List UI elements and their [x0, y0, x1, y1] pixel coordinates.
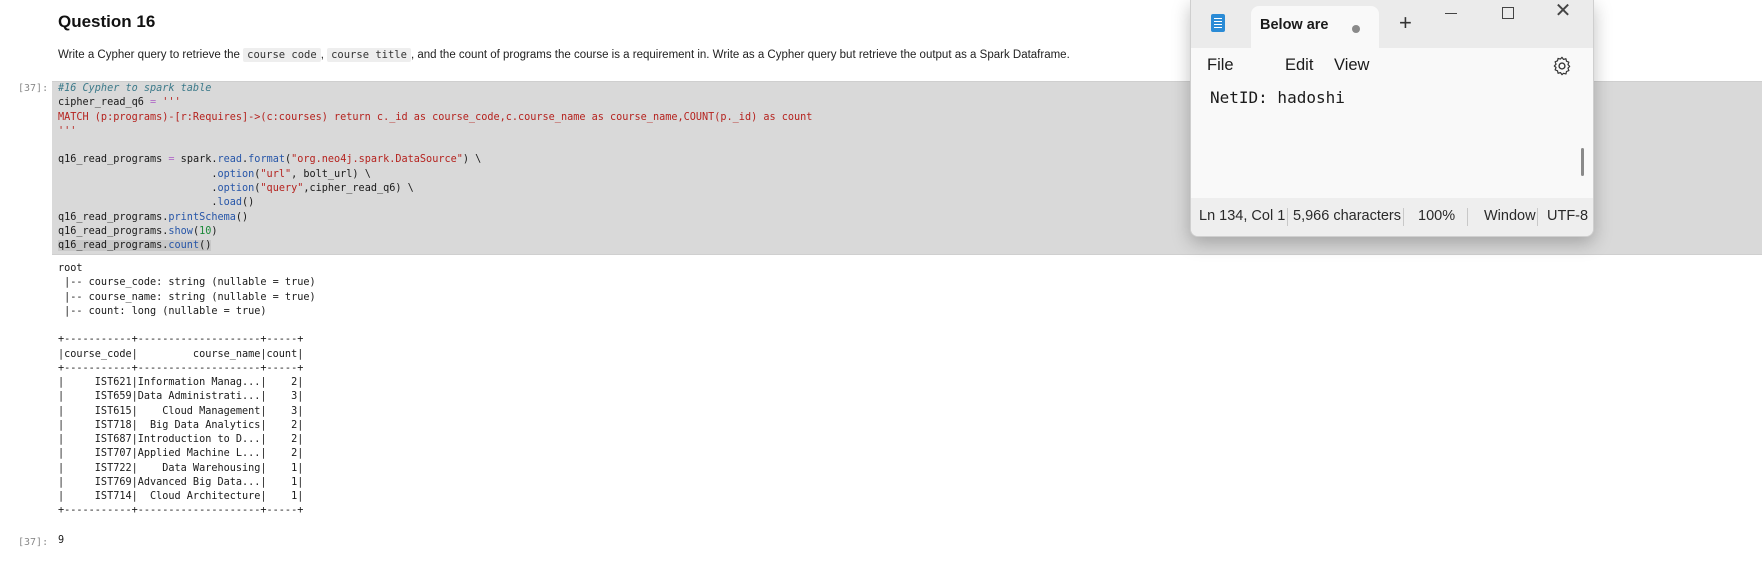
table-header: |course_code| course_name|count|: [58, 348, 304, 360]
table-row: | IST615| Cloud Management| 3|: [58, 405, 304, 417]
output-line: |-- course_name: string (nullable = true…: [58, 291, 316, 303]
tab-title: Below are: [1260, 17, 1329, 33]
table-border: +-----------+--------------------+-----+: [58, 334, 304, 346]
code-comment: #16 Cypher to spark table: [58, 83, 212, 94]
code-text: .option("query",cipher_read_q6) \: [58, 183, 414, 195]
menu-edit[interactable]: Edit: [1285, 56, 1313, 75]
table-border: +-----------+--------------------+-----+: [58, 362, 304, 374]
status-divider: [1537, 208, 1538, 226]
output-line: |-- course_code: string (nullable = true…: [58, 277, 316, 289]
table-row: | IST718| Big Data Analytics| 2|: [58, 419, 304, 431]
output-prompt: [37]:: [18, 537, 49, 548]
cursor-position[interactable]: Ln 134, Col 1: [1199, 208, 1285, 224]
screen: Question 16 Write a Cypher query to retr…: [0, 0, 1762, 567]
encoding[interactable]: UTF-8: [1547, 208, 1588, 224]
tab-below-are[interactable]: Below are: [1251, 6, 1379, 48]
output-line: |-- count: long (nullable = true): [58, 305, 267, 317]
status-divider: [1403, 208, 1404, 226]
table-border: +-----------+--------------------+-----+: [58, 505, 304, 517]
table-row: | IST687|Introduction to D...| 2|: [58, 434, 304, 445]
code-text: cipher_read_q6 = ''': [58, 97, 181, 109]
maximize-button[interactable]: [1491, 3, 1523, 23]
code-text: .option("url", bolt_url) \: [58, 168, 371, 180]
zoom-level[interactable]: 100%: [1418, 208, 1455, 224]
inline-code-course-title: course title: [327, 48, 411, 62]
status-divider: [1467, 208, 1468, 226]
code-text: q16_read_programs = spark.read.format("o…: [58, 154, 482, 166]
status-bar: Ln 134, Col 1 5,966 characters 100% Wind…: [1191, 198, 1593, 236]
code-string: ''': [58, 125, 77, 137]
code-line: q16_read_programs.count(): [58, 239, 1762, 253]
table-row: | IST714| Cloud Architecture| 1|: [58, 491, 304, 502]
menu-view[interactable]: View: [1334, 56, 1369, 75]
output-line: root: [58, 263, 83, 274]
menu-file[interactable]: File: [1207, 56, 1234, 75]
code-text: q16_read_programs.show(10): [58, 225, 218, 237]
text-editor[interactable]: NetID: hadoshi: [1191, 84, 1593, 198]
table-row: | IST722| Data Warehousing| 1|: [58, 462, 304, 474]
description-text-3: , and the count of programs the course i…: [410, 49, 1070, 61]
gear-icon[interactable]: [1551, 55, 1573, 77]
line-ending[interactable]: Window: [1484, 208, 1536, 224]
title-bar[interactable]: Below are + ✕: [1191, 0, 1593, 48]
description-text-1: Write a Cypher query to retrieve the: [58, 49, 244, 61]
count-result: 9: [58, 535, 65, 546]
code-text: .load(): [58, 197, 255, 209]
new-tab-button[interactable]: +: [1399, 8, 1412, 38]
unsaved-dot-icon: [1352, 25, 1360, 33]
table-row: | IST707|Applied Machine L...| 2|: [58, 448, 304, 460]
status-divider: [1287, 208, 1288, 226]
code-text: q16_read_programs.count(): [58, 240, 212, 252]
table-row: | IST621|Information Manag...| 2|: [58, 377, 304, 388]
notepad-window: Below are + ✕ File Edit View NetID: hado…: [1190, 0, 1594, 237]
scrollbar-thumb[interactable]: [1581, 148, 1584, 176]
table-row: | IST769|Advanced Big Data...| 1|: [58, 476, 304, 488]
code-string: MATCH (p:programs)-[r:Requires]->(c:cour…: [58, 111, 813, 123]
notepad-icon: [1211, 14, 1225, 32]
code-text: q16_read_programs.printSchema(): [58, 211, 249, 223]
menu-bar: File Edit View: [1191, 48, 1593, 84]
input-prompt: [37]:: [18, 83, 49, 94]
table-row: | IST659|Data Administrati...| 3|: [58, 391, 304, 403]
close-button[interactable]: ✕: [1543, 0, 1583, 24]
inline-code-course-code: course code: [243, 48, 321, 62]
character-count: 5,966 characters: [1293, 208, 1402, 224]
editor-content: NetID: hadoshi: [1210, 88, 1345, 107]
minimize-button[interactable]: [1435, 3, 1467, 23]
cell-output: root |-- course_code: string (nullable =…: [58, 262, 958, 519]
